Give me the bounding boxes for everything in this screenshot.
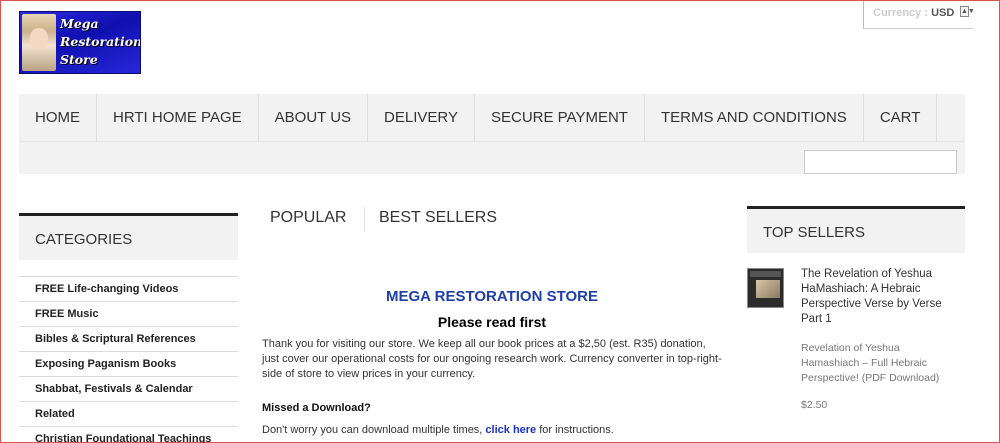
tab-popular[interactable]: POPULAR xyxy=(270,209,346,227)
logo-portrait-image xyxy=(22,14,56,71)
currency-dropdown-icon[interactable]: ▲▼ xyxy=(960,6,975,17)
category-item-related[interactable]: Related xyxy=(19,401,238,426)
tab-best-sellers[interactable]: BEST SELLERS xyxy=(379,209,497,227)
nav-secure-payment[interactable]: SECURE PAYMENT xyxy=(475,94,645,141)
store-logo[interactable]: Mega Restoration Store xyxy=(19,11,141,74)
nav-terms-and-conditions[interactable]: TERMS AND CONDITIONS xyxy=(645,94,864,141)
missed-download-text: Don't worry you can download multiple ti… xyxy=(262,424,614,436)
tab-separator xyxy=(364,207,365,231)
intro-paragraph: Thank you for visiting our store. We kee… xyxy=(262,338,722,380)
category-list: FREE Life-changing Videos FREE Music Bib… xyxy=(19,276,238,443)
nav-cart[interactable]: CART xyxy=(864,94,938,141)
category-item-bibles[interactable]: Bibles & Scriptural References xyxy=(19,326,238,351)
read-first-heading: Please read first xyxy=(437,314,547,330)
top-seller-description: Revelation of Yeshua Hamashiach – Full H… xyxy=(801,342,940,384)
category-item-exposing-paganism[interactable]: Exposing Paganism Books xyxy=(19,351,238,376)
main-nav: HOME HRTI HOME PAGE ABOUT US DELIVERY SE… xyxy=(19,94,965,141)
store-title: MEGA RESTORATION STORE xyxy=(386,288,598,305)
top-seller-price: $2.50 xyxy=(801,399,828,411)
missed-download-heading: Missed a Download? xyxy=(262,402,371,414)
category-item-free-music[interactable]: FREE Music xyxy=(19,301,238,326)
currency-label: Currency : xyxy=(873,7,929,19)
nav-about-us[interactable]: ABOUT US xyxy=(259,94,369,141)
logo-text: Mega Restoration Store xyxy=(60,16,141,67)
nav-home[interactable]: HOME xyxy=(19,94,97,141)
categories-heading: CATEGORIES xyxy=(19,213,238,260)
top-seller-title-link[interactable]: The Revelation of Yeshua HaMashiach: A H… xyxy=(801,267,951,327)
top-sellers-heading: TOP SELLERS xyxy=(747,206,965,253)
category-item-shabbat[interactable]: Shabbat, Festivals & Calendar xyxy=(19,376,238,401)
book-thumbnail[interactable] xyxy=(747,268,784,308)
click-here-link[interactable]: click here xyxy=(485,424,536,436)
nav-delivery[interactable]: DELIVERY xyxy=(368,94,475,141)
currency-value: USD xyxy=(931,7,955,19)
currency-selector[interactable]: Currency : USD ▲▼ xyxy=(863,1,975,29)
category-item-christian-foundational[interactable]: Christian Foundational Teachings xyxy=(19,426,238,443)
category-item-free-videos[interactable]: FREE Life-changing Videos xyxy=(19,276,238,301)
nav-hrti-home-page[interactable]: HRTI HOME PAGE xyxy=(97,94,259,141)
search-input[interactable] xyxy=(804,150,957,174)
